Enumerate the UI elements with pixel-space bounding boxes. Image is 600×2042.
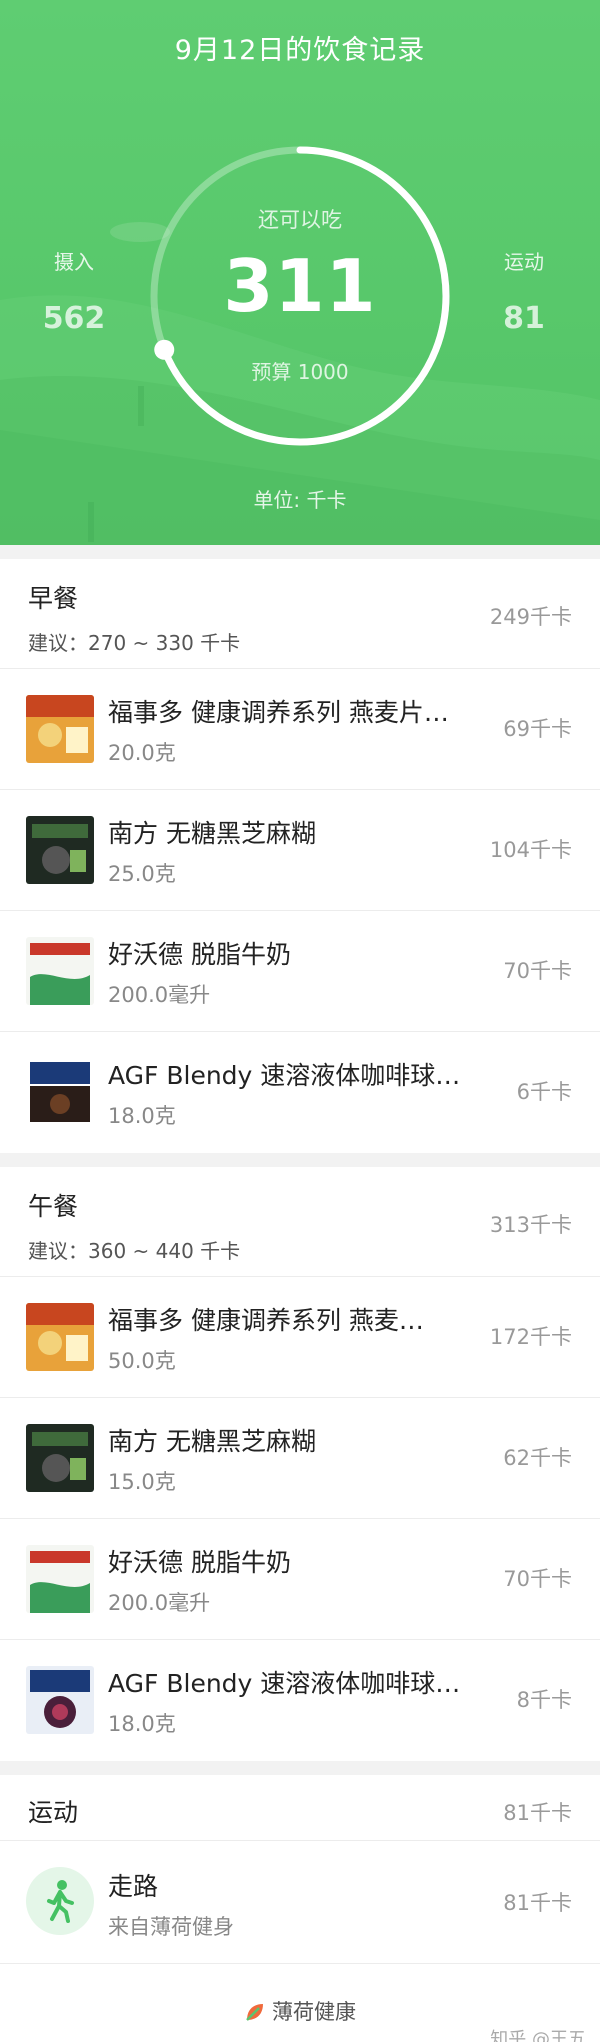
- food-item[interactable]: 南方 无糖黑芝麻糊 25.0克 104千卡: [0, 790, 600, 911]
- food-name: AGF Blendy 速溶液体咖啡球…: [108, 1669, 461, 1698]
- remaining-label: 还可以吃: [258, 208, 342, 232]
- exercise-name: 走路: [108, 1872, 159, 1901]
- exercise-header[interactable]: 运动 81千卡: [0, 1775, 600, 1841]
- food-kcal: 62千卡: [503, 1446, 572, 1470]
- food-amount: 25.0克: [108, 862, 176, 886]
- food-kcal: 172千卡: [489, 1325, 572, 1349]
- meal-suggestion: 建议：360 ~ 440 千卡: [28, 1239, 241, 1263]
- unit-label: 单位: 千卡: [253, 488, 347, 512]
- food-name: 南方 无糖黑芝麻糊: [108, 819, 316, 848]
- exercise-total-kcal: 81千卡: [503, 1801, 572, 1825]
- exercise-item[interactable]: 走路 来自薄荷健身 81千卡: [0, 1841, 600, 1963]
- oatmeal-package-icon: [26, 1303, 94, 1371]
- watermark: 知乎 @王五: [490, 2029, 586, 2042]
- page-title: 9月12日的饮食记录: [174, 35, 426, 66]
- food-item[interactable]: 福事多 健康调养系列 燕麦… 50.0克 172千卡: [0, 1277, 600, 1398]
- exercise-value: 81: [503, 301, 545, 336]
- food-item[interactable]: 南方 无糖黑芝麻糊 15.0克 62千卡: [0, 1398, 600, 1519]
- food-name: 好沃德 脱脂牛奶: [108, 940, 291, 969]
- food-kcal: 70千卡: [503, 959, 572, 983]
- food-name: 福事多 健康调养系列 燕麦片…: [108, 698, 449, 727]
- food-kcal: 8千卡: [516, 1688, 572, 1712]
- food-amount: 20.0克: [108, 741, 176, 765]
- meal-header[interactable]: 午餐 建议：360 ~ 440 千卡 313千卡: [0, 1167, 600, 1277]
- food-amount: 200.0毫升: [108, 1591, 211, 1615]
- food-item[interactable]: AGF Blendy 速溶液体咖啡球… 18.0克 6千卡: [0, 1032, 600, 1153]
- meal-total-kcal: 313千卡: [489, 1213, 572, 1237]
- exercise-section: 运动 81千卡 走路 来自薄荷健身 81千卡: [0, 1775, 600, 1963]
- milk-carton-icon: [26, 1545, 94, 1613]
- coffee-package-icon: [26, 1666, 94, 1734]
- walking-person-icon: [26, 1867, 94, 1935]
- exercise-source: 来自薄荷健身: [108, 1915, 234, 1939]
- meal-lunch: 午餐 建议：360 ~ 440 千卡 313千卡 福事多 健康调养系列 燕麦… …: [0, 1167, 600, 1761]
- exercise-kcal: 81千卡: [503, 1891, 572, 1915]
- food-amount: 50.0克: [108, 1349, 176, 1373]
- meal-name: 早餐: [28, 584, 79, 613]
- mint-leaf-logo-icon: [246, 2004, 263, 2021]
- food-kcal: 69千卡: [503, 717, 572, 741]
- food-amount: 15.0克: [108, 1470, 176, 1494]
- food-amount: 200.0毫升: [108, 983, 211, 1007]
- food-name: 南方 无糖黑芝麻糊: [108, 1427, 316, 1456]
- food-kcal: 6千卡: [516, 1080, 572, 1104]
- intake-label: 摄入: [54, 250, 94, 274]
- intake-stat: 摄入 562: [24, 246, 124, 336]
- exercise-label: 运动: [504, 250, 544, 274]
- sesame-paste-package-icon: [26, 816, 94, 884]
- exercise-title: 运动: [28, 1798, 79, 1827]
- meal-total-kcal: 249千卡: [489, 605, 572, 629]
- intake-value: 562: [42, 301, 106, 336]
- food-item[interactable]: 好沃德 脱脂牛奶 200.0毫升 70千卡: [0, 911, 600, 1032]
- milk-carton-icon: [26, 937, 94, 1005]
- exercise-stat: 运动 81: [474, 246, 574, 336]
- food-amount: 18.0克: [108, 1104, 176, 1128]
- food-name: 好沃德 脱脂牛奶: [108, 1548, 291, 1577]
- sesame-paste-package-icon: [26, 1424, 94, 1492]
- food-kcal: 70千卡: [503, 1567, 572, 1591]
- food-item[interactable]: AGF Blendy 速溶液体咖啡球… 18.0克 8千卡: [0, 1640, 600, 1761]
- budget-text: 预算 1000: [251, 360, 349, 384]
- food-item[interactable]: 好沃德 脱脂牛奶 200.0毫升 70千卡: [0, 1519, 600, 1640]
- remaining-calories: 311: [223, 244, 377, 328]
- meal-breakfast: 早餐 建议：270 ~ 330 千卡 249千卡 福事多 健康调养系列 燕麦片……: [0, 559, 600, 1153]
- food-item[interactable]: 福事多 健康调养系列 燕麦片… 20.0克 69千卡: [0, 669, 600, 790]
- oatmeal-package-icon: [26, 695, 94, 763]
- meal-header[interactable]: 早餐 建议：270 ~ 330 千卡 249千卡: [0, 559, 600, 669]
- food-amount: 18.0克: [108, 1712, 176, 1736]
- summary-header: 9月12日的饮食记录 还可以吃 311 预算 1000 摄入 562 运动 81…: [0, 0, 600, 545]
- food-name: 福事多 健康调养系列 燕麦…: [108, 1306, 424, 1335]
- meal-name: 午餐: [28, 1192, 79, 1221]
- footer: 薄荷健康 知乎 @王五: [0, 1963, 600, 2042]
- meal-suggestion: 建议：270 ~ 330 千卡: [28, 631, 241, 655]
- food-kcal: 104千卡: [489, 838, 572, 862]
- brand: 薄荷健康: [0, 1996, 600, 2026]
- coffee-package-icon: [26, 1058, 94, 1126]
- food-name: AGF Blendy 速溶液体咖啡球…: [108, 1061, 461, 1090]
- brand-name: 薄荷健康: [272, 2000, 356, 2024]
